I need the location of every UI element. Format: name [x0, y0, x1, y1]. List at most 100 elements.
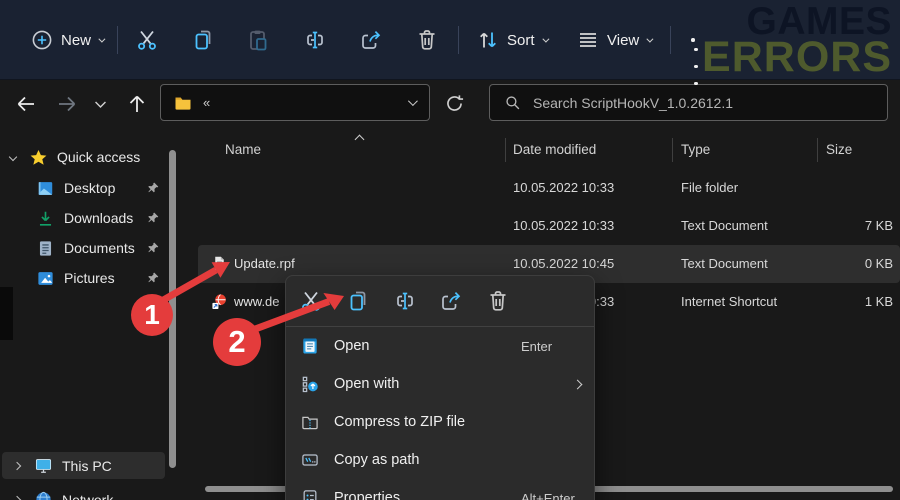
folder-icon	[173, 93, 193, 113]
share-icon	[359, 28, 383, 52]
sidebar-item-label: Documents	[64, 240, 135, 256]
up-button[interactable]	[125, 92, 149, 116]
open-notepad-icon	[300, 336, 320, 356]
quick-access-label: Quick access	[57, 149, 140, 165]
file-date: 10.05.2022 10:33	[513, 180, 614, 195]
refresh-button[interactable]	[444, 93, 465, 114]
file-explorer-window: New	[0, 0, 900, 500]
search-box[interactable]	[489, 84, 888, 121]
breadcrumb-overflow[interactable]: «	[203, 95, 210, 110]
monitor-icon	[34, 456, 53, 475]
recent-locations-button[interactable]	[92, 96, 109, 113]
refresh-icon	[444, 93, 465, 114]
sidebar-item-label: Pictures	[64, 270, 115, 286]
column-header-name[interactable]: Name	[225, 142, 261, 157]
view-button-label: View	[607, 32, 639, 49]
star-icon	[29, 148, 48, 167]
view-button[interactable]: View	[576, 24, 651, 56]
download-icon	[36, 209, 55, 228]
delete-button[interactable]	[486, 289, 510, 313]
file-type: Text Document	[681, 218, 768, 233]
sidebar-item-label: Downloads	[64, 210, 133, 226]
submenu-chevron-icon	[573, 379, 583, 389]
sidebar: Quick access Desktop Downloads Docum	[0, 126, 190, 500]
file-row[interactable]: 10.05.2022 10:33 File folder	[198, 169, 900, 207]
sidebar-item-documents[interactable]: Documents	[0, 233, 168, 263]
sidebar-item-pictures[interactable]: Pictures	[0, 263, 168, 293]
forward-arrow-icon	[55, 92, 79, 116]
column-divider[interactable]	[817, 138, 818, 162]
copy-button[interactable]	[346, 289, 370, 313]
cut-button[interactable]	[299, 289, 323, 313]
copy-as-path-icon	[300, 450, 320, 470]
sort-button[interactable]: Sort	[476, 24, 547, 56]
menu-shortcut: Enter	[521, 339, 552, 354]
step-2-badge: 2	[213, 318, 261, 366]
menu-item-compress-zip[interactable]: Compress to ZIP file	[286, 403, 594, 441]
file-row[interactable]: 10.05.2022 10:33 Text Document 7 KB	[198, 207, 900, 245]
command-toolbar: New	[0, 0, 900, 80]
context-menu-icon-bar	[286, 276, 594, 326]
new-button[interactable]: New	[30, 24, 103, 56]
chevron-down-icon	[98, 35, 105, 42]
toolbar-divider	[458, 26, 459, 54]
view-icon	[576, 28, 600, 52]
chevron-right-icon[interactable]	[13, 461, 21, 469]
copy-icon	[191, 28, 215, 52]
sidebar-item-network[interactable]: Network	[2, 486, 165, 500]
copy-button[interactable]	[191, 24, 215, 56]
file-size: 0 KB	[798, 256, 893, 271]
rename-button[interactable]	[393, 289, 417, 313]
menu-item-open-with[interactable]: Open with	[286, 365, 594, 403]
sidebar-item-this-pc[interactable]: This PC	[2, 452, 165, 479]
chevron-down-icon	[92, 96, 109, 113]
back-arrow-icon	[14, 92, 38, 116]
rename-button[interactable]	[303, 24, 327, 56]
file-date: 10.05.2022 10:33	[513, 218, 614, 233]
file-name: www.de	[234, 294, 280, 309]
column-header-row: Name Date modified Type Size	[198, 134, 900, 166]
cut-button[interactable]	[135, 24, 159, 56]
sidebar-item-label: Desktop	[64, 180, 115, 196]
chevron-down-icon	[647, 35, 654, 42]
ellipsis-icon	[691, 38, 695, 42]
sidebar-item-desktop[interactable]: Desktop	[0, 173, 168, 203]
network-label: Network	[62, 492, 113, 500]
chevron-down-icon[interactable]	[9, 153, 17, 161]
text-document-icon	[211, 255, 228, 272]
chevron-down-icon	[542, 35, 549, 42]
column-divider[interactable]	[505, 138, 506, 162]
desktop-icon	[36, 179, 55, 198]
sidebar-item-quick-access[interactable]: Quick access	[0, 142, 168, 172]
search-input[interactable]	[533, 95, 863, 111]
sidebar-scrollbar[interactable]	[169, 150, 176, 468]
menu-item-properties[interactable]: Properties Alt+Enter	[286, 479, 594, 500]
column-header-size[interactable]: Size	[826, 142, 852, 157]
sort-button-label: Sort	[507, 32, 535, 49]
back-button[interactable]	[14, 92, 38, 116]
pin-icon	[146, 241, 160, 255]
sidebar-item-downloads[interactable]: Downloads	[0, 203, 168, 233]
delete-button[interactable]	[415, 24, 439, 56]
menu-item-open[interactable]: Open Enter	[286, 327, 594, 365]
chevron-right-icon[interactable]	[13, 495, 21, 500]
rename-icon	[303, 28, 327, 52]
toolbar-divider	[670, 26, 671, 54]
menu-item-label: Open with	[334, 376, 399, 392]
paste-button[interactable]	[246, 24, 270, 56]
menu-item-copy-as-path[interactable]: Copy as path	[286, 441, 594, 479]
column-header-date[interactable]: Date modified	[513, 142, 596, 157]
share-button[interactable]	[359, 24, 383, 56]
file-name: Update.rpf	[234, 256, 295, 271]
up-arrow-icon	[125, 92, 149, 116]
forward-button[interactable]	[55, 92, 79, 116]
column-header-type[interactable]: Type	[681, 142, 710, 157]
address-dropdown-chevron-icon[interactable]	[408, 96, 418, 106]
plus-circle-icon	[30, 28, 54, 52]
column-divider[interactable]	[672, 138, 673, 162]
menu-item-label: Compress to ZIP file	[334, 414, 465, 430]
address-bar[interactable]: «	[160, 84, 430, 121]
see-more-button[interactable]	[688, 24, 698, 56]
share-button[interactable]	[439, 289, 463, 313]
document-icon	[36, 239, 55, 258]
